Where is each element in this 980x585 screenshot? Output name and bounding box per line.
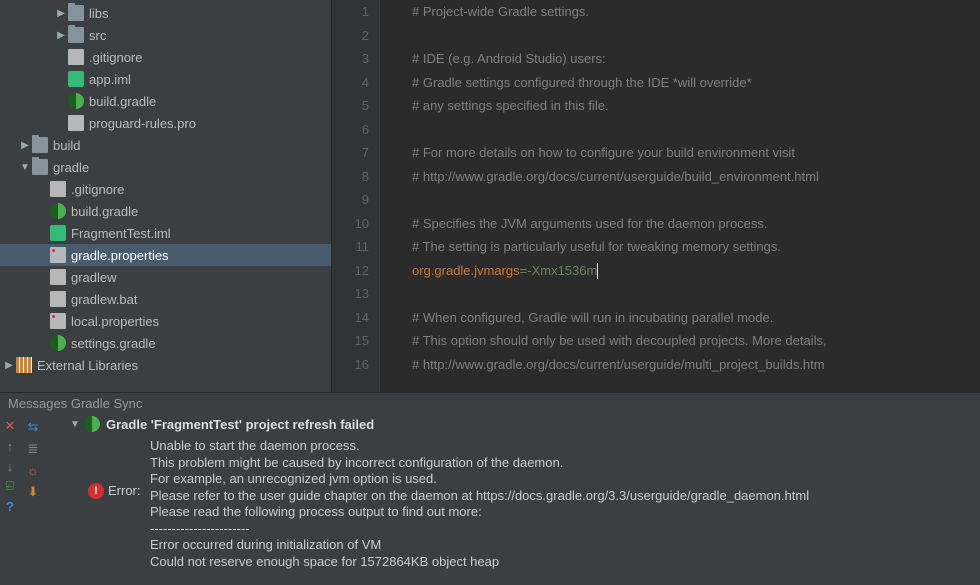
tree-item-libs[interactable]: ▶ libs (0, 2, 331, 24)
tree-item-build-gradle[interactable]: build.gradle (0, 200, 331, 222)
tree-item-label: local.properties (71, 314, 159, 329)
gradle-icon (50, 335, 66, 351)
tree-item-label: gradle.properties (71, 248, 169, 263)
gradle-icon (84, 416, 100, 432)
tree-item-label: gradle (53, 160, 89, 175)
folder-icon (32, 159, 48, 175)
close-icon[interactable]: ✕ (3, 419, 17, 433)
tree-item-label: External Libraries (37, 358, 138, 373)
tree-item-label: gradlew.bat (71, 292, 138, 307)
chevron-down-icon: ▼ (70, 419, 84, 430)
tree-item-gradlew[interactable]: gradlew (0, 266, 331, 288)
gear-icon[interactable]: ☼ (27, 463, 39, 478)
tree-item-label: build.gradle (71, 204, 138, 219)
project-tree: ▶ libs ▶ src .gitignore app.iml build.gradle pr… (0, 0, 332, 392)
tree-item-label: .gitignore (71, 182, 124, 197)
code-area[interactable]: # Project-wide Gradle settings. # IDE (e… (380, 0, 980, 392)
tree-item-external-libraries[interactable]: ▶ External Libraries (0, 354, 331, 376)
error-label: Error: (108, 483, 144, 570)
tree-item-src[interactable]: ▶ src (0, 24, 331, 46)
tree-item-label: settings.gradle (71, 336, 156, 351)
props-icon (50, 247, 66, 263)
tree-item--gitignore[interactable]: .gitignore (0, 46, 331, 68)
tree-item-fragmenttest-iml[interactable]: FragmentTest.iml (0, 222, 331, 244)
folder-icon (68, 5, 84, 21)
down-icon[interactable]: ↓ (3, 459, 17, 473)
error-text[interactable]: Unable to start the daemon process.This … (150, 435, 809, 570)
help-icon[interactable]: ? (3, 499, 17, 513)
folder-icon (32, 137, 48, 153)
expand-icon[interactable]: ▶ (54, 8, 68, 19)
messages-error-header[interactable]: ▼ Gradle 'FragmentTest' project refresh … (70, 413, 980, 435)
gradle-icon (68, 93, 84, 109)
tree-item-label: src (89, 28, 106, 43)
tree-item-label: FragmentTest.iml (71, 226, 171, 241)
tree-item-label: proguard-rules.pro (89, 116, 196, 131)
messages-toolbar-left: ✕ ↑ ↓ ⍇ ? (0, 413, 20, 585)
tree-item-label: build (53, 138, 80, 153)
tree-item-label: gradlew (71, 270, 117, 285)
tree-item-gradle-properties[interactable]: gradle.properties (0, 244, 331, 266)
tree-item-gradle[interactable]: ▼ gradle (0, 156, 331, 178)
messages-title: Gradle 'FragmentTest' project refresh fa… (106, 417, 374, 432)
tree-icon[interactable]: ⇆ (28, 419, 39, 435)
tree-item-gradlew-bat[interactable]: gradlew.bat (0, 288, 331, 310)
up-icon[interactable]: ↑ (3, 439, 17, 453)
file-icon (50, 291, 66, 307)
tree-item-label: .gitignore (89, 50, 142, 65)
export-icon[interactable]: ⍇ (3, 479, 17, 493)
list-icon[interactable]: ≣ (28, 441, 39, 457)
tree-item-app-iml[interactable]: app.iml (0, 68, 331, 90)
tree-item-label: libs (89, 6, 109, 21)
expand-icon[interactable]: ▼ (18, 162, 32, 173)
lib-icon (16, 357, 32, 373)
error-icon: ! (88, 483, 104, 499)
tree-item-label: build.gradle (89, 94, 156, 109)
gradle-icon (50, 203, 66, 219)
expand-icon[interactable]: ▶ (2, 360, 16, 371)
tree-item-settings-gradle[interactable]: settings.gradle (0, 332, 331, 354)
messages-tab-label: Messages Gradle Sync (8, 396, 142, 411)
file-icon (50, 269, 66, 285)
iml-icon (50, 225, 66, 241)
file-icon (68, 115, 84, 131)
expand-icon[interactable]: ▶ (54, 30, 68, 41)
line-gutter: 12345678910111213141516 (332, 0, 380, 392)
tree-item-local-properties[interactable]: local.properties (0, 310, 331, 332)
messages-panel: ✕ ↑ ↓ ⍇ ? ⇆ ≣ ☼ ⬇ ▼ Gradle 'FragmentTest… (0, 413, 980, 585)
props-icon (50, 313, 66, 329)
tree-item-proguard-rules-pro[interactable]: proguard-rules.pro (0, 112, 331, 134)
tree-item-label: app.iml (89, 72, 131, 87)
file-icon (68, 49, 84, 65)
iml-icon (68, 71, 84, 87)
tree-item--gitignore[interactable]: .gitignore (0, 178, 331, 200)
messages-toolbar-left2: ⇆ ≣ ☼ ⬇ (20, 413, 46, 585)
expand-icon[interactable]: ▶ (18, 140, 32, 151)
tree-item-build-gradle[interactable]: build.gradle (0, 90, 331, 112)
tree-item-build[interactable]: ▶ build (0, 134, 331, 156)
folder-icon (68, 27, 84, 43)
messages-tab[interactable]: Messages Gradle Sync (0, 392, 980, 413)
download-icon[interactable]: ⬇ (28, 484, 39, 500)
file-icon (50, 181, 66, 197)
code-editor[interactable]: 12345678910111213141516 # Project-wide G… (332, 0, 980, 392)
